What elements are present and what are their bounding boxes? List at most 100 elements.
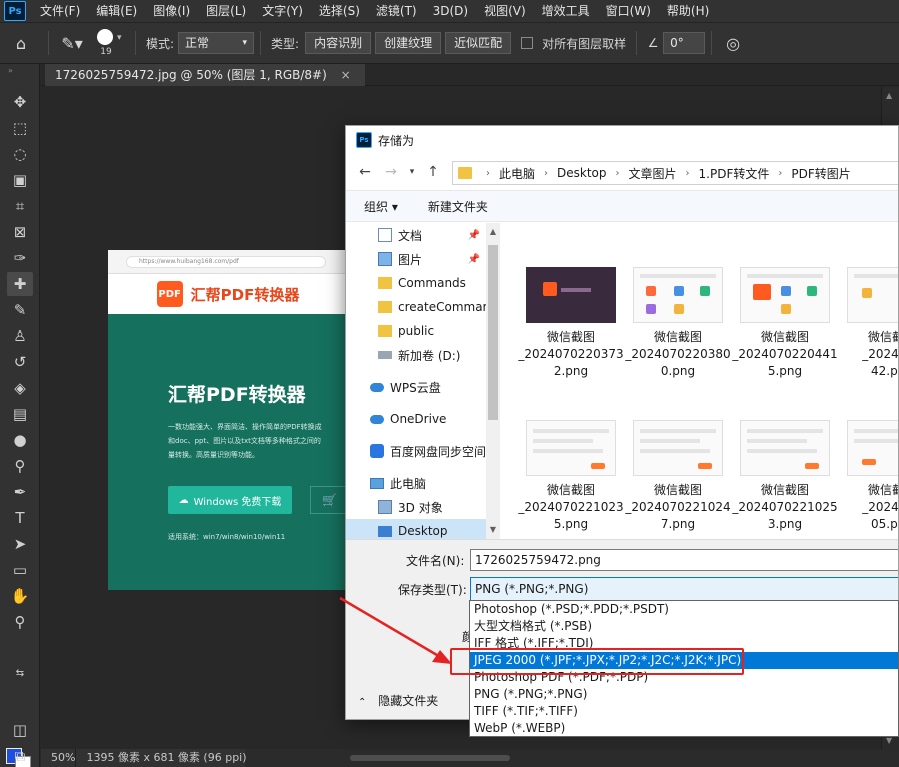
- breadcrumb-this-pc[interactable]: 此电脑: [496, 165, 538, 182]
- dodge-tool-icon[interactable]: ⚲: [7, 454, 33, 478]
- nav-item-3d-objects[interactable]: 3D 对象: [346, 495, 486, 519]
- baidu-netdisk-icon: [370, 444, 384, 458]
- menu-view[interactable]: 视图(V): [476, 0, 534, 22]
- pen-tool-icon[interactable]: ✒: [7, 480, 33, 504]
- pressure-icon[interactable]: ◎: [718, 34, 748, 53]
- lasso-tool-icon[interactable]: ◌: [7, 142, 33, 166]
- create-texture-button[interactable]: 创建纹理: [375, 32, 442, 54]
- horizontal-scrollbar[interactable]: [245, 749, 899, 767]
- object-select-tool-icon[interactable]: ▣: [7, 168, 33, 192]
- organize-button[interactable]: 组织 ▾: [364, 198, 398, 215]
- forward-arrow-icon[interactable]: →: [378, 164, 404, 180]
- breadcrumb-pdf-to-image[interactable]: PDF转图片: [788, 165, 853, 182]
- crop-tool-icon[interactable]: ⌗: [7, 194, 33, 218]
- type-tool-icon[interactable]: T: [7, 506, 33, 530]
- up-arrow-icon[interactable]: ↑: [420, 164, 446, 180]
- brush-tool-icon[interactable]: ✎: [7, 298, 33, 322]
- mode-select[interactable]: 正常 ▾: [178, 32, 255, 54]
- nav-item-createcommands[interactable]: createCommar: [346, 295, 486, 319]
- proximity-match-button[interactable]: 近似匹配: [445, 32, 512, 54]
- nav-item-onedrive[interactable]: OneDrive: [346, 407, 486, 431]
- scroll-up-icon[interactable]: ▲: [486, 225, 500, 239]
- path-select-tool-icon[interactable]: ➤: [7, 532, 33, 556]
- menu-window[interactable]: 窗口(W): [598, 0, 659, 22]
- sample-all-layers-checkbox[interactable]: [521, 37, 534, 49]
- file-item[interactable]: 微信截图 _2024070220373 2.png: [512, 267, 624, 417]
- filename-input[interactable]: 1726025759472.png: [470, 549, 898, 571]
- breadcrumb-pdf-to-file[interactable]: 1.PDF转文件: [696, 165, 773, 182]
- menu-3d[interactable]: 3D(D): [425, 0, 476, 22]
- hand-tool-icon[interactable]: ✋: [7, 584, 33, 608]
- address-bar[interactable]: › 此电脑 › Desktop › 文章图片 › 1.PDF转文件 › PDF转…: [452, 161, 898, 185]
- nav-item-label: WPS云盘: [390, 380, 441, 395]
- file-item[interactable]: 微信截图 _2024070 42.png: [833, 267, 898, 417]
- menu-select[interactable]: 选择(S): [311, 0, 368, 22]
- nav-item-this-pc[interactable]: 此电脑: [346, 471, 486, 495]
- history-brush-tool-icon[interactable]: ↺: [7, 350, 33, 374]
- horizontal-scrollbar-thumb[interactable]: [350, 755, 510, 761]
- breadcrumb-desktop[interactable]: Desktop: [554, 166, 610, 180]
- menu-file[interactable]: 文件(F): [32, 0, 88, 22]
- file-item[interactable]: 微信截图 _2024070220441 5.png: [726, 267, 838, 417]
- scroll-down-icon[interactable]: ▼: [486, 523, 500, 537]
- menu-layer[interactable]: 图层(L): [198, 0, 254, 22]
- navigation-scrollbar[interactable]: ▲ ▼: [486, 223, 500, 539]
- nav-item-commands[interactable]: Commands: [346, 271, 486, 295]
- breadcrumb-article-images[interactable]: 文章图片: [626, 165, 680, 182]
- filetype-option-webp[interactable]: WebP (*.WEBP): [470, 720, 898, 736]
- filetype-option-tiff[interactable]: TIFF (*.TIF;*.TIFF): [470, 703, 898, 720]
- file-item[interactable]: 微信截图 _2024070220380 0.png: [619, 267, 731, 417]
- menu-image[interactable]: 图像(I): [145, 0, 198, 22]
- screen-mode-icon[interactable]: ⧉: [7, 744, 33, 767]
- content-aware-button[interactable]: 内容识别: [305, 32, 372, 54]
- frame-tool-icon[interactable]: ⊠: [7, 220, 33, 244]
- move-tool-icon[interactable]: ✥: [7, 90, 33, 114]
- separator: [48, 31, 49, 55]
- nav-item-drive-d[interactable]: 新加卷 (D:): [346, 343, 486, 367]
- nav-item-pictures[interactable]: 图片 📌: [346, 247, 486, 271]
- document-tab[interactable]: 1726025759472.jpg @ 50% (图层 1, RGB/8#) ×: [45, 64, 365, 86]
- back-arrow-icon[interactable]: ←: [352, 164, 378, 180]
- rectangle-tool-icon[interactable]: ▭: [7, 558, 33, 582]
- nav-item-baidu-sync[interactable]: 百度网盘同步空间: [346, 439, 486, 463]
- filetype-select[interactable]: PNG (*.PNG;*.PNG): [470, 577, 898, 601]
- stamp-tool-icon[interactable]: ♙: [7, 324, 33, 348]
- eyedropper-tool-icon[interactable]: ✑: [7, 246, 33, 270]
- hide-folders-toggle[interactable]: ⌃ 隐藏文件夹: [358, 692, 438, 709]
- menu-plugins[interactable]: 增效工具: [534, 0, 598, 22]
- menu-help[interactable]: 帮助(H): [659, 0, 717, 22]
- menu-edit[interactable]: 编辑(E): [88, 0, 145, 22]
- new-folder-button[interactable]: 新建文件夹: [428, 198, 488, 215]
- nav-item-public[interactable]: public: [346, 319, 486, 343]
- quick-mask-icon[interactable]: ◫: [7, 718, 33, 742]
- zoom-tool-icon[interactable]: ⚲: [7, 610, 33, 634]
- healing-brush-tool-icon[interactable]: ✚: [7, 272, 33, 296]
- navigation-scrollbar-thumb[interactable]: [488, 245, 498, 420]
- zoom-level[interactable]: 50%: [41, 749, 77, 767]
- sample-all-layers-label: 对所有图层取样: [542, 36, 627, 51]
- home-icon[interactable]: ⌂: [0, 34, 42, 53]
- file-thumbnail: [847, 420, 898, 476]
- angle-input[interactable]: 0°: [663, 32, 706, 54]
- menu-type[interactable]: 文字(Y): [254, 0, 311, 22]
- scroll-down-icon[interactable]: ▼: [886, 736, 892, 745]
- recent-chevron-icon[interactable]: ▾: [404, 167, 420, 177]
- scroll-up-icon[interactable]: ▲: [886, 91, 892, 100]
- filetype-option-psd[interactable]: Photoshop (*.PSD;*.PDD;*.PSDT): [470, 601, 898, 618]
- brush-preset-picker[interactable]: 19 ▾: [89, 23, 129, 63]
- chevron-down-icon: ▾: [242, 38, 248, 48]
- close-icon[interactable]: ×: [341, 68, 351, 82]
- filetype-option-psb[interactable]: 大型文档格式 (*.PSB): [470, 618, 898, 635]
- collapse-icon[interactable]: »: [8, 66, 13, 75]
- nav-item-wps-cloud[interactable]: WPS云盘: [346, 375, 486, 399]
- filetype-option-png[interactable]: PNG (*.PNG;*.PNG): [470, 686, 898, 703]
- eraser-tool-icon[interactable]: ◈: [7, 376, 33, 400]
- gradient-tool-icon[interactable]: ▤: [7, 402, 33, 426]
- healing-brush-icon[interactable]: ✎▾: [55, 34, 89, 53]
- menu-filter[interactable]: 滤镜(T): [368, 0, 425, 22]
- blur-tool-icon[interactable]: ●: [7, 428, 33, 452]
- swap-colors-icon[interactable]: ⇆: [7, 662, 33, 686]
- nav-item-documents[interactable]: 文档 📌: [346, 223, 486, 247]
- document-info[interactable]: 1395 像素 x 681 像素 (96 ppi): [76, 749, 246, 767]
- marquee-tool-icon[interactable]: ⬚: [7, 116, 33, 140]
